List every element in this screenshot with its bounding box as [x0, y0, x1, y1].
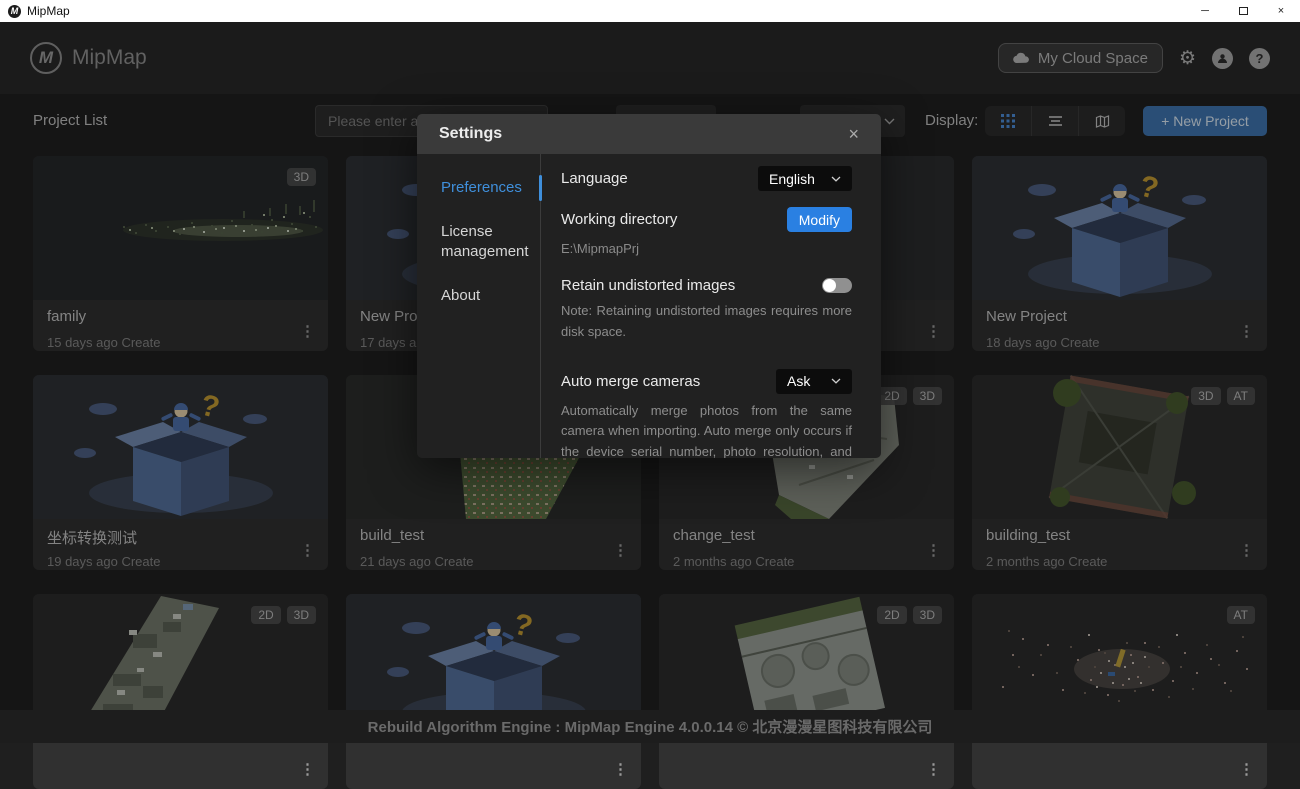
settings-modal-header[interactable]: Settings ×	[417, 114, 881, 154]
close-button[interactable]: ×	[1262, 0, 1300, 22]
retain-images-row: Retain undistorted images	[561, 277, 852, 294]
kebab-menu-icon[interactable]: ⋮	[1239, 760, 1254, 778]
project-name	[986, 746, 1253, 766]
window-title: MipMap	[27, 4, 70, 18]
modify-button[interactable]: Modify	[787, 207, 852, 232]
auto-merge-value: Ask	[787, 373, 810, 389]
retain-images-label: Retain undistorted images	[561, 277, 735, 294]
maximize-button[interactable]	[1224, 0, 1262, 22]
auto-merge-select[interactable]: Ask	[776, 369, 852, 394]
project-name	[673, 746, 940, 766]
working-directory-label: Working directory	[561, 211, 677, 228]
nav-item-license-management[interactable]: License management	[417, 222, 540, 262]
nav-item-about[interactable]: About	[417, 286, 540, 306]
language-label: Language	[561, 170, 628, 187]
project-name	[360, 746, 627, 766]
modal-close-button[interactable]: ×	[848, 125, 859, 143]
project-info: ⋮	[972, 738, 1267, 789]
project-info: ⋮	[659, 738, 954, 789]
auto-merge-note: Automatically merge photos from the same…	[561, 401, 852, 458]
project-info: ⋮	[33, 738, 328, 789]
project-info: ⋮	[346, 738, 641, 789]
retain-images-note: Note: Retaining undistorted images requi…	[561, 301, 852, 343]
chevron-down-icon	[831, 378, 841, 384]
project-name	[47, 746, 314, 766]
os-titlebar: M MipMap ─ ×	[0, 0, 1300, 22]
working-directory-value: E:\MipmapPrj	[561, 241, 852, 256]
kebab-menu-icon[interactable]: ⋮	[300, 760, 315, 778]
minimize-button[interactable]: ─	[1186, 0, 1224, 22]
working-directory-row: Working directory Modify	[561, 207, 852, 232]
auto-merge-label: Auto merge cameras	[561, 373, 700, 390]
kebab-menu-icon[interactable]: ⋮	[613, 760, 628, 778]
language-row: Language English	[561, 166, 852, 191]
chevron-down-icon	[831, 176, 841, 182]
settings-modal-title: Settings	[439, 125, 502, 143]
language-value: English	[769, 171, 815, 187]
nav-item-preferences[interactable]: Preferences	[417, 178, 540, 198]
settings-nav: Preferences License management About	[417, 154, 541, 458]
settings-content: Language English Working directory Modif…	[541, 154, 881, 458]
app-icon: M	[8, 5, 21, 18]
settings-modal: Settings × Preferences License managemen…	[417, 114, 881, 458]
kebab-menu-icon[interactable]: ⋮	[926, 760, 941, 778]
language-select[interactable]: English	[758, 166, 852, 191]
retain-images-toggle[interactable]	[822, 278, 852, 293]
maximize-icon	[1239, 7, 1248, 15]
auto-merge-row: Auto merge cameras Ask	[561, 369, 852, 394]
